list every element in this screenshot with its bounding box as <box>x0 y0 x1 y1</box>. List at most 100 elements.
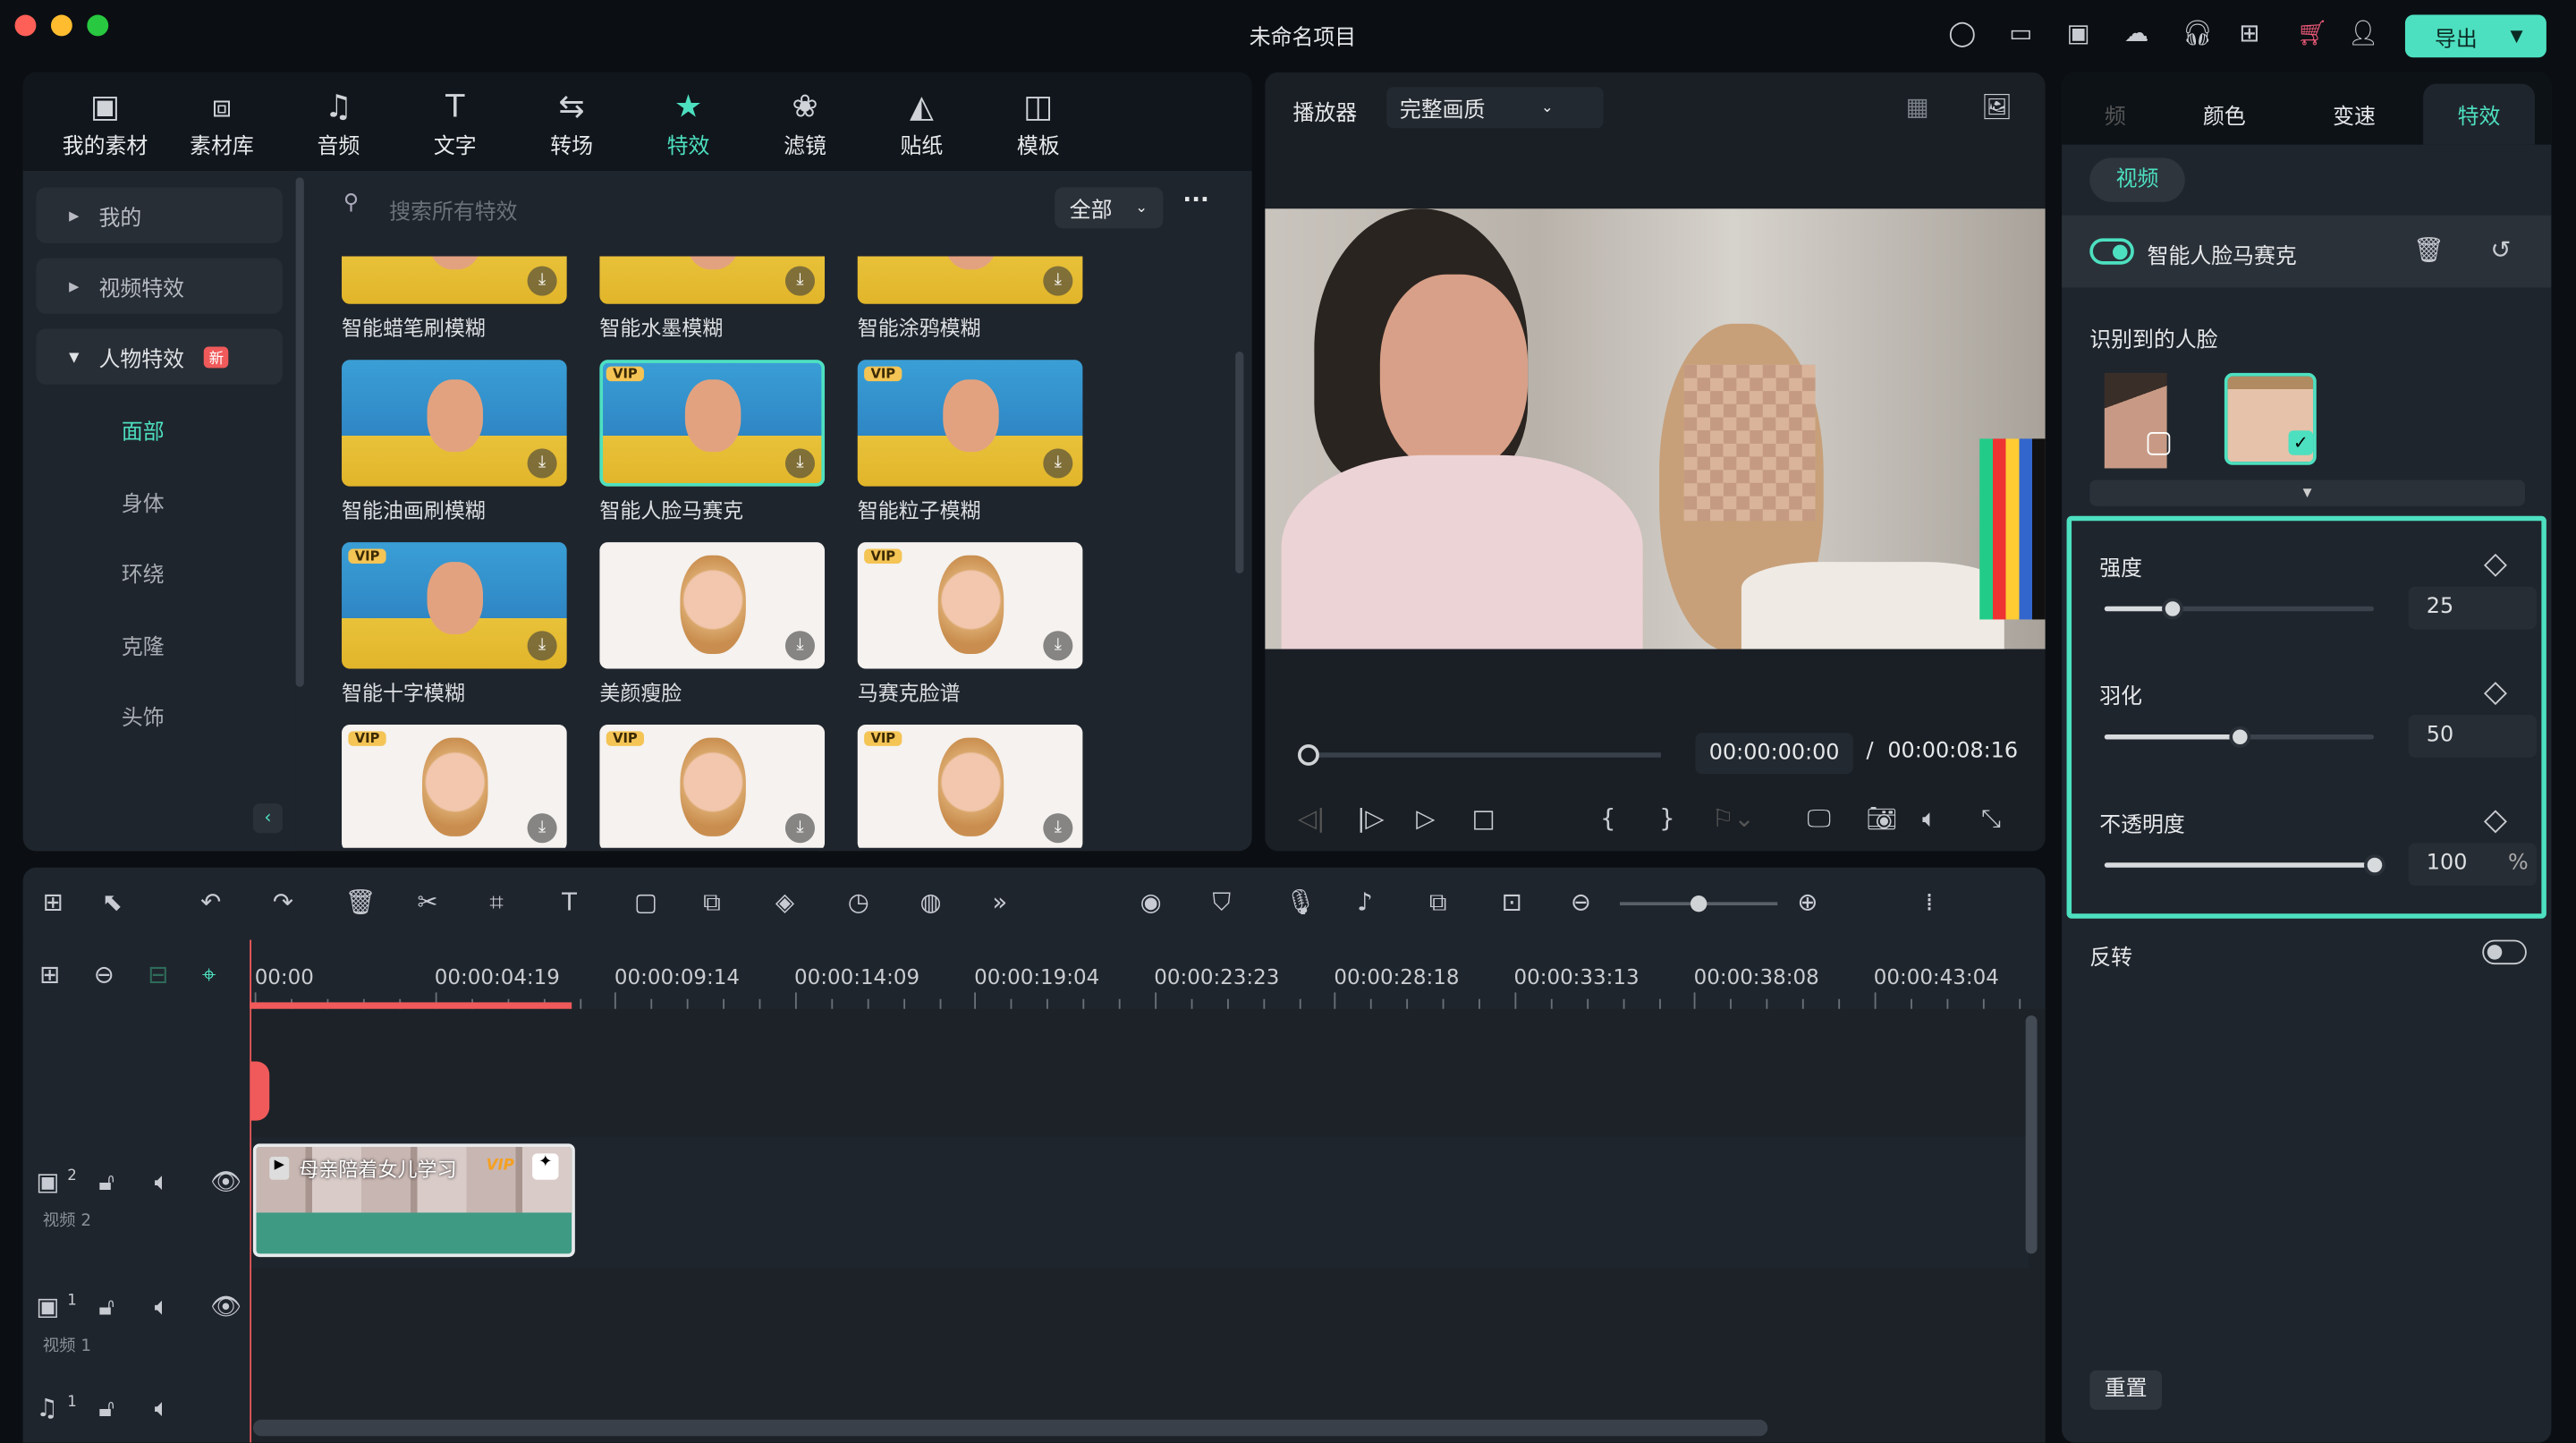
tab-color[interactable]: 颜色 <box>2177 98 2273 131</box>
effect-card[interactable]: VIP ⤓ 智能人脸马赛克 <box>599 360 826 524</box>
tab-effects[interactable]: 特效 <box>2423 83 2536 145</box>
play-from-start-icon[interactable]: |▷ <box>1357 803 1384 833</box>
sidebar-item-video-effects[interactable]: ▶ 视频特效 <box>36 258 283 314</box>
timeline-settings-icon[interactable]: ⁞ <box>1926 887 1934 917</box>
tab-speed[interactable]: 变速 <box>2307 98 2402 131</box>
param-slider[interactable] <box>2104 726 2375 748</box>
text-icon[interactable]: T <box>562 887 577 917</box>
sidebar-item-people-effects[interactable]: ▼ 人物特效新 <box>36 328 283 385</box>
magnet-icon[interactable]: ⌖ <box>202 960 216 989</box>
trash-icon[interactable]: 🗑︎ <box>2413 235 2445 265</box>
playback-scrubber[interactable] <box>1297 744 1661 766</box>
monitor-icon[interactable]: ▭ <box>2009 18 2032 47</box>
tab-audio[interactable]: 频 <box>2062 72 2177 145</box>
effect-card[interactable]: VIP ⤓ <box>342 724 567 848</box>
effect-card[interactable]: ⤓ 智能油画刷模糊 <box>342 360 567 524</box>
download-icon[interactable]: ⤓ <box>527 266 557 296</box>
effect-card[interactable]: ⤓ 美颜瘦脸 <box>599 542 826 707</box>
timeline-ruler[interactable]: 00:00 00:00:04:19 00:00:09:14 00:00:14:09 00… <box>22 939 2046 1009</box>
export-button[interactable]: 导出 ▼ <box>2404 14 2546 58</box>
collapse-sidebar-button[interactable]: ‹ <box>252 803 283 834</box>
download-icon[interactable]: ⤓ <box>1043 813 1073 844</box>
grid-icon[interactable]: ⊞ <box>2239 18 2259 47</box>
tab-sticker[interactable]: ◭ 贴纸 <box>872 89 970 159</box>
sidebar-item-mine[interactable]: ▶ 我的 <box>36 187 283 243</box>
close-window-button[interactable] <box>14 14 37 37</box>
effect-card[interactable]: VIP ⤓ 马赛克脸谱 <box>857 542 1083 707</box>
scrubber-handle[interactable] <box>1297 744 1319 766</box>
zoom-out-icon[interactable]: ⊖ <box>1571 887 1591 917</box>
keyframe-icon[interactable] <box>2483 682 2507 706</box>
zoom-slider[interactable] <box>1619 896 1778 912</box>
download-icon[interactable]: ⤓ <box>784 448 816 479</box>
volume-icon[interactable]: 🔈︎ <box>1922 803 1937 833</box>
prev-frame-icon[interactable]: ◁| <box>1298 803 1325 833</box>
status-icon[interactable]: ◯ <box>1948 18 1976 47</box>
grid-layout-icon[interactable]: ⊞ <box>43 887 64 917</box>
snapshot-icon[interactable]: 📷︎ <box>1866 803 1897 833</box>
maximize-window-button[interactable] <box>87 14 109 37</box>
keyframe-icon[interactable] <box>2483 810 2507 834</box>
box-icon[interactable]: ▢ <box>634 887 657 917</box>
lock-icon[interactable]: 🔓︎ <box>98 1167 114 1196</box>
mic-icon[interactable]: 🎙︎ <box>1284 887 1316 917</box>
download-icon[interactable]: ⤓ <box>1043 448 1073 479</box>
effect-card[interactable]: VIP ⤓ 智能粒子模糊 <box>857 360 1083 524</box>
effect-card[interactable]: VIP ⤓ 智能十字模糊 <box>342 542 567 707</box>
effect-card[interactable]: ⤓ 智能水墨模糊 <box>599 256 826 343</box>
zoom-knob[interactable] <box>1690 896 1707 912</box>
video-clip[interactable]: ▶ 母亲陪着女儿学习 VIP ✦ <box>252 1143 575 1258</box>
headset-icon[interactable]: 🎧︎ <box>2182 18 2213 47</box>
stop-icon[interactable]: □ <box>1472 803 1496 833</box>
tab-text[interactable]: T 文字 <box>406 89 504 159</box>
param-value-input[interactable]: 100% <box>2408 843 2537 886</box>
slider-knob[interactable] <box>2162 598 2183 620</box>
tab-template[interactable]: ◫ 模板 <box>989 89 1088 159</box>
tab-effects[interactable]: ★ 特效 <box>639 89 737 159</box>
tab-transition[interactable]: ⇆ 转场 <box>522 89 621 159</box>
download-icon[interactable]: ⤓ <box>1043 631 1073 661</box>
crop-icon[interactable]: ⌗ <box>489 887 504 917</box>
download-icon[interactable]: ⤓ <box>1043 266 1073 296</box>
download-icon[interactable]: ⤓ <box>527 631 557 661</box>
download-icon[interactable]: ⤓ <box>527 448 557 479</box>
link-icon[interactable]: ⊖ <box>94 960 114 989</box>
sidebar-sub-clone[interactable]: 克隆 <box>122 629 165 661</box>
effect-toggle[interactable] <box>2089 238 2134 265</box>
more-options-icon[interactable]: ··· <box>1182 187 1208 213</box>
mute-icon[interactable]: 🔈︎ <box>155 1292 170 1321</box>
tab-filter[interactable]: ❀ 滤镜 <box>756 89 854 159</box>
current-time[interactable]: 00:00:00:00 <box>1695 733 1853 775</box>
face-thumbnail-mother[interactable] <box>2104 372 2171 469</box>
download-icon[interactable]: ⤓ <box>527 813 557 844</box>
mute-icon[interactable]: 🔈︎ <box>155 1394 170 1423</box>
color-icon[interactable]: ◍ <box>920 887 942 917</box>
reset-button[interactable]: 重置 <box>2089 1370 2163 1410</box>
sidebar-sub-headwear[interactable]: 头饰 <box>122 700 165 732</box>
keyframe-icon[interactable] <box>2483 553 2507 577</box>
marker-icon[interactable]: ⚐⌄ <box>1712 803 1755 833</box>
play-icon[interactable]: ▷ <box>1416 803 1435 833</box>
image-icon[interactable]: 🖼︎ <box>1981 92 2012 122</box>
render-icon[interactable]: ◉ <box>1140 887 1162 917</box>
tab-my-media[interactable]: ▣ 我的素材 <box>55 89 154 159</box>
sidebar-scrollbar[interactable] <box>295 177 304 687</box>
playhead-handle[interactable] <box>250 1061 270 1121</box>
invert-toggle[interactable] <box>2482 939 2527 965</box>
sidebar-sub-face[interactable]: 面部 <box>122 414 165 446</box>
mark-out-icon[interactable]: } <box>1659 803 1675 833</box>
sidebar-sub-body[interactable]: 身体 <box>122 487 165 518</box>
reset-effect-icon[interactable]: ↺ <box>2490 235 2511 265</box>
display-icon[interactable]: 🖵︎ <box>1807 803 1831 833</box>
lock-icon[interactable]: 🔓︎ <box>98 1292 114 1321</box>
mark-in-icon[interactable]: { <box>1600 803 1616 833</box>
mute-icon[interactable]: 🔈︎ <box>155 1167 170 1196</box>
face-checkbox[interactable] <box>2147 432 2171 455</box>
slider-knob[interactable] <box>2364 854 2385 876</box>
audio-list-icon[interactable]: ♪ <box>1357 887 1373 917</box>
lock-icon[interactable]: 🔓︎ <box>98 1394 114 1423</box>
snap-icon[interactable]: ⊟ <box>148 960 168 989</box>
effect-card[interactable]: VIP ⤓ <box>599 724 826 848</box>
video-preview[interactable] <box>1265 208 2046 649</box>
ai-icon[interactable]: ⧉ <box>703 887 721 917</box>
